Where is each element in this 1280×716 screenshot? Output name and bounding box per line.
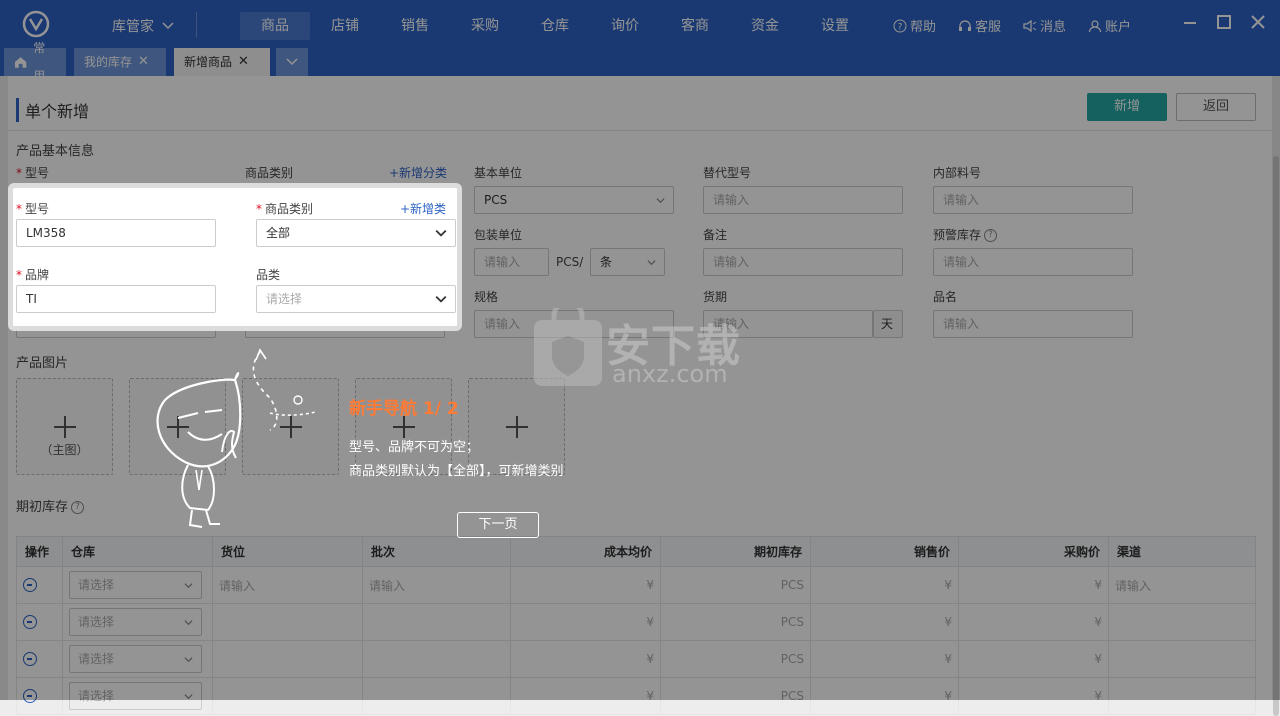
shield-icon: [534, 308, 602, 386]
guide-line: 型号、品牌不可为空；: [349, 440, 480, 455]
mascot-illustration: [156, 348, 316, 528]
brand-label-text: 品牌: [25, 268, 50, 282]
guide-text: 型号、品牌不可为空； 商品类别默认为【全部】，可新增类别: [349, 436, 564, 484]
category-label: * 商品类别: [256, 200, 313, 217]
guide-title: 新手导航 1/ 2: [349, 399, 459, 419]
required-mark: *: [256, 202, 262, 216]
category-select[interactable]: 全部: [256, 219, 456, 247]
class-select[interactable]: 请选择: [256, 285, 456, 313]
model-input[interactable]: LM358: [16, 219, 216, 247]
required-mark: *: [16, 202, 22, 216]
category-value: 全部: [266, 226, 291, 240]
class-placeholder: 请选择: [266, 292, 303, 306]
watermark-domain: anxz.com: [612, 360, 728, 388]
brand-label: * 品牌: [16, 266, 49, 283]
model-label-text: 型号: [25, 202, 50, 216]
brand-input[interactable]: TI: [16, 285, 216, 313]
next-page-button[interactable]: 下一页: [457, 512, 539, 538]
category-label-text: 商品类别: [265, 202, 314, 216]
onboarding-spotlight: *型号 LM358 *商品类别 +新增类别 全部 *品牌 TI 品类 请选择: [8, 183, 462, 331]
watermark: 安下载 anxz.com: [532, 308, 762, 393]
chevron-down-icon: [435, 295, 447, 303]
model-label: * 型号: [16, 200, 49, 217]
required-mark: *: [16, 268, 22, 282]
guide-line: 商品类别默认为【全部】，可新增类别: [349, 464, 564, 479]
class-label: 品类: [256, 268, 281, 282]
chevron-down-icon: [435, 229, 447, 237]
